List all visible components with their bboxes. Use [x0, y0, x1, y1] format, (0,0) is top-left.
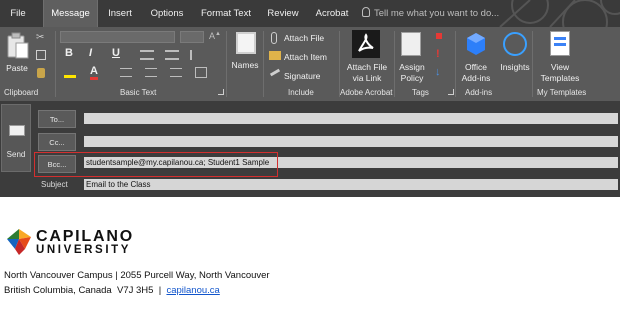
basic-text-group-label: Basic Text: [120, 88, 157, 97]
attach-item-button[interactable]: Attach Item: [284, 52, 327, 62]
templates-label-line1: View: [550, 62, 570, 72]
bcc-highlight-box: [34, 152, 278, 177]
bold-button[interactable]: B: [65, 47, 73, 59]
tags-group-label: Tags: [412, 88, 429, 97]
copy-icon[interactable]: [36, 50, 46, 60]
signature-line-1: North Vancouver Campus | 2055 Purcell Wa…: [4, 270, 270, 281]
office-addins-icon: [466, 32, 486, 56]
templates-label-line2: Templates: [540, 73, 580, 83]
tell-me-text: Tell me what you want to do...: [374, 8, 500, 19]
font-size-combo[interactable]: [180, 31, 204, 43]
capilano-logo-mark: [5, 227, 33, 257]
send-button[interactable]: [1, 104, 31, 172]
tab-message[interactable]: Message: [43, 0, 98, 27]
divider: [226, 31, 227, 97]
title-bar-pattern: [490, 0, 620, 27]
address-book-icon: [236, 32, 256, 54]
assign-policy-button[interactable]: Assign Policy: [396, 30, 428, 83]
divider: [263, 31, 264, 97]
clipboard-group-label: Clipboard: [4, 88, 39, 97]
signature-button[interactable]: Signature: [284, 71, 320, 81]
bullets-icon[interactable]: [140, 50, 154, 60]
send-label: Send: [6, 150, 26, 159]
subject-field[interactable]: Email to the Class: [84, 179, 618, 190]
italic-button[interactable]: I: [89, 47, 92, 59]
tab-acrobat[interactable]: Acrobat: [312, 0, 352, 27]
align-center-icon[interactable]: [145, 68, 157, 77]
cc-field[interactable]: [84, 136, 618, 147]
assign-label-line1: Assign: [399, 62, 425, 72]
addins-group-label: Add-ins: [465, 88, 493, 97]
signature-address: British Columbia, Canada V7J 3H5 |: [4, 285, 167, 296]
office-addins-button[interactable]: Office Add-ins: [457, 30, 495, 83]
office-label-line2: Add-ins: [461, 73, 491, 83]
names-label: Names: [231, 60, 259, 70]
paperclip-icon: [271, 32, 277, 44]
low-importance-icon[interactable]: ↓: [435, 66, 441, 78]
names-button[interactable]: Names: [229, 30, 261, 80]
templates-icon: [550, 31, 570, 56]
paste-label: Paste: [6, 63, 28, 73]
tab-review[interactable]: Review: [262, 0, 304, 27]
underline-button[interactable]: U: [112, 47, 120, 59]
align-right-icon[interactable]: [170, 68, 182, 77]
follow-up-flag-icon[interactable]: [436, 33, 442, 39]
font-family-combo[interactable]: [60, 31, 175, 43]
insights-button[interactable]: Insights: [497, 30, 533, 82]
format-painter-icon[interactable]: [37, 68, 45, 78]
acrobat-label-line2: via Link: [352, 73, 382, 83]
office-label-line1: Office: [464, 62, 488, 72]
cc-button[interactable]: Cc...: [38, 133, 76, 151]
subject-label: Subject: [41, 180, 68, 189]
divider: [394, 31, 395, 97]
my-templates-group-label: My Templates: [537, 88, 587, 97]
divider: [55, 31, 56, 97]
signature-line-2: British Columbia, Canada V7J 3H5 | capil…: [4, 285, 220, 296]
website-link[interactable]: capilanou.ca: [166, 285, 219, 296]
indent-icon[interactable]: [190, 50, 202, 60]
attach-file-via-link-button[interactable]: Attach File via Link: [343, 30, 391, 83]
divider: [532, 31, 533, 97]
font-color-button[interactable]: A: [90, 66, 98, 80]
grow-font-icon[interactable]: A▲: [209, 31, 221, 41]
tab-options[interactable]: Options: [145, 0, 189, 27]
cut-icon[interactable]: ✂: [36, 32, 47, 43]
divider: [455, 31, 456, 97]
tab-file[interactable]: File: [0, 0, 36, 27]
adobe-acrobat-group-label: Adobe Acrobat: [340, 88, 393, 97]
tab-format-text[interactable]: Format Text: [198, 0, 254, 27]
highlight-icon[interactable]: [64, 66, 76, 78]
policy-icon: [401, 32, 421, 56]
insights-icon: [503, 32, 527, 56]
acrobat-label-line1: Attach File: [346, 62, 388, 72]
tab-insert[interactable]: Insert: [100, 0, 140, 27]
basic-text-dialog-launcher[interactable]: [218, 89, 224, 95]
acrobat-icon: [352, 30, 380, 58]
lightbulb-icon: [362, 7, 370, 17]
align-left-icon[interactable]: [120, 68, 132, 77]
attach-file-button[interactable]: Attach File: [284, 33, 324, 43]
assign-label-line2: Policy: [400, 73, 424, 83]
insights-label: Insights: [500, 62, 530, 72]
to-button[interactable]: To...: [38, 110, 76, 128]
high-importance-icon[interactable]: !: [436, 48, 440, 60]
clear-format-icon[interactable]: [195, 67, 207, 78]
send-envelope-icon: [9, 125, 25, 136]
to-field[interactable]: [84, 113, 618, 124]
tags-dialog-launcher[interactable]: [448, 89, 454, 95]
numbering-icon[interactable]: [165, 50, 179, 60]
clipboard-icon: [7, 32, 29, 59]
include-group-label: Include: [288, 88, 314, 97]
logo-university: UNIVERSITY: [36, 244, 132, 256]
envelope-attach-icon: [269, 51, 281, 60]
message-body[interactable]: [0, 197, 620, 325]
tell-me-search[interactable]: Tell me what you want to do...: [362, 0, 499, 27]
view-templates-button[interactable]: View Templates: [535, 30, 585, 83]
paste-button[interactable]: Paste: [2, 30, 32, 78]
